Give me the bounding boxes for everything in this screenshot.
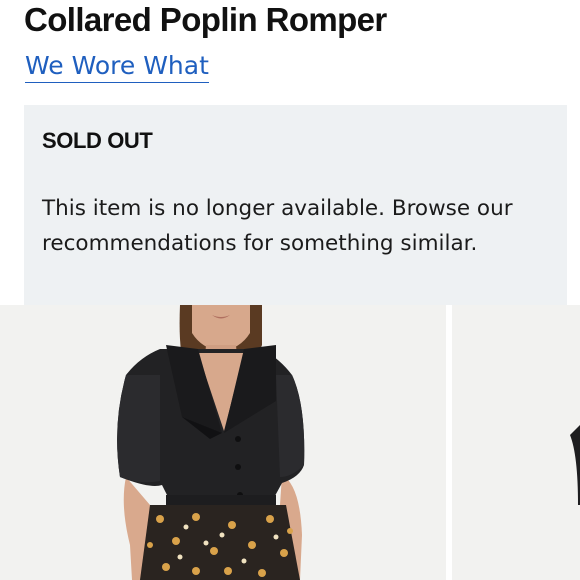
product-image-main[interactable]	[0, 305, 446, 580]
product-title: Collared Poplin Romper	[24, 1, 387, 38]
product-image-gallery	[0, 305, 580, 580]
next-photo	[452, 305, 580, 580]
sold-out-heading: SOLD OUT	[42, 128, 153, 153]
sold-out-notice: SOLD OUT This item is no longer availabl…	[24, 105, 567, 305]
model-photo	[0, 305, 446, 580]
sold-out-message: This item is no longer available. Browse…	[42, 196, 513, 256]
brand-link[interactable]: We Wore What	[25, 50, 209, 83]
product-image-next[interactable]	[452, 305, 580, 580]
